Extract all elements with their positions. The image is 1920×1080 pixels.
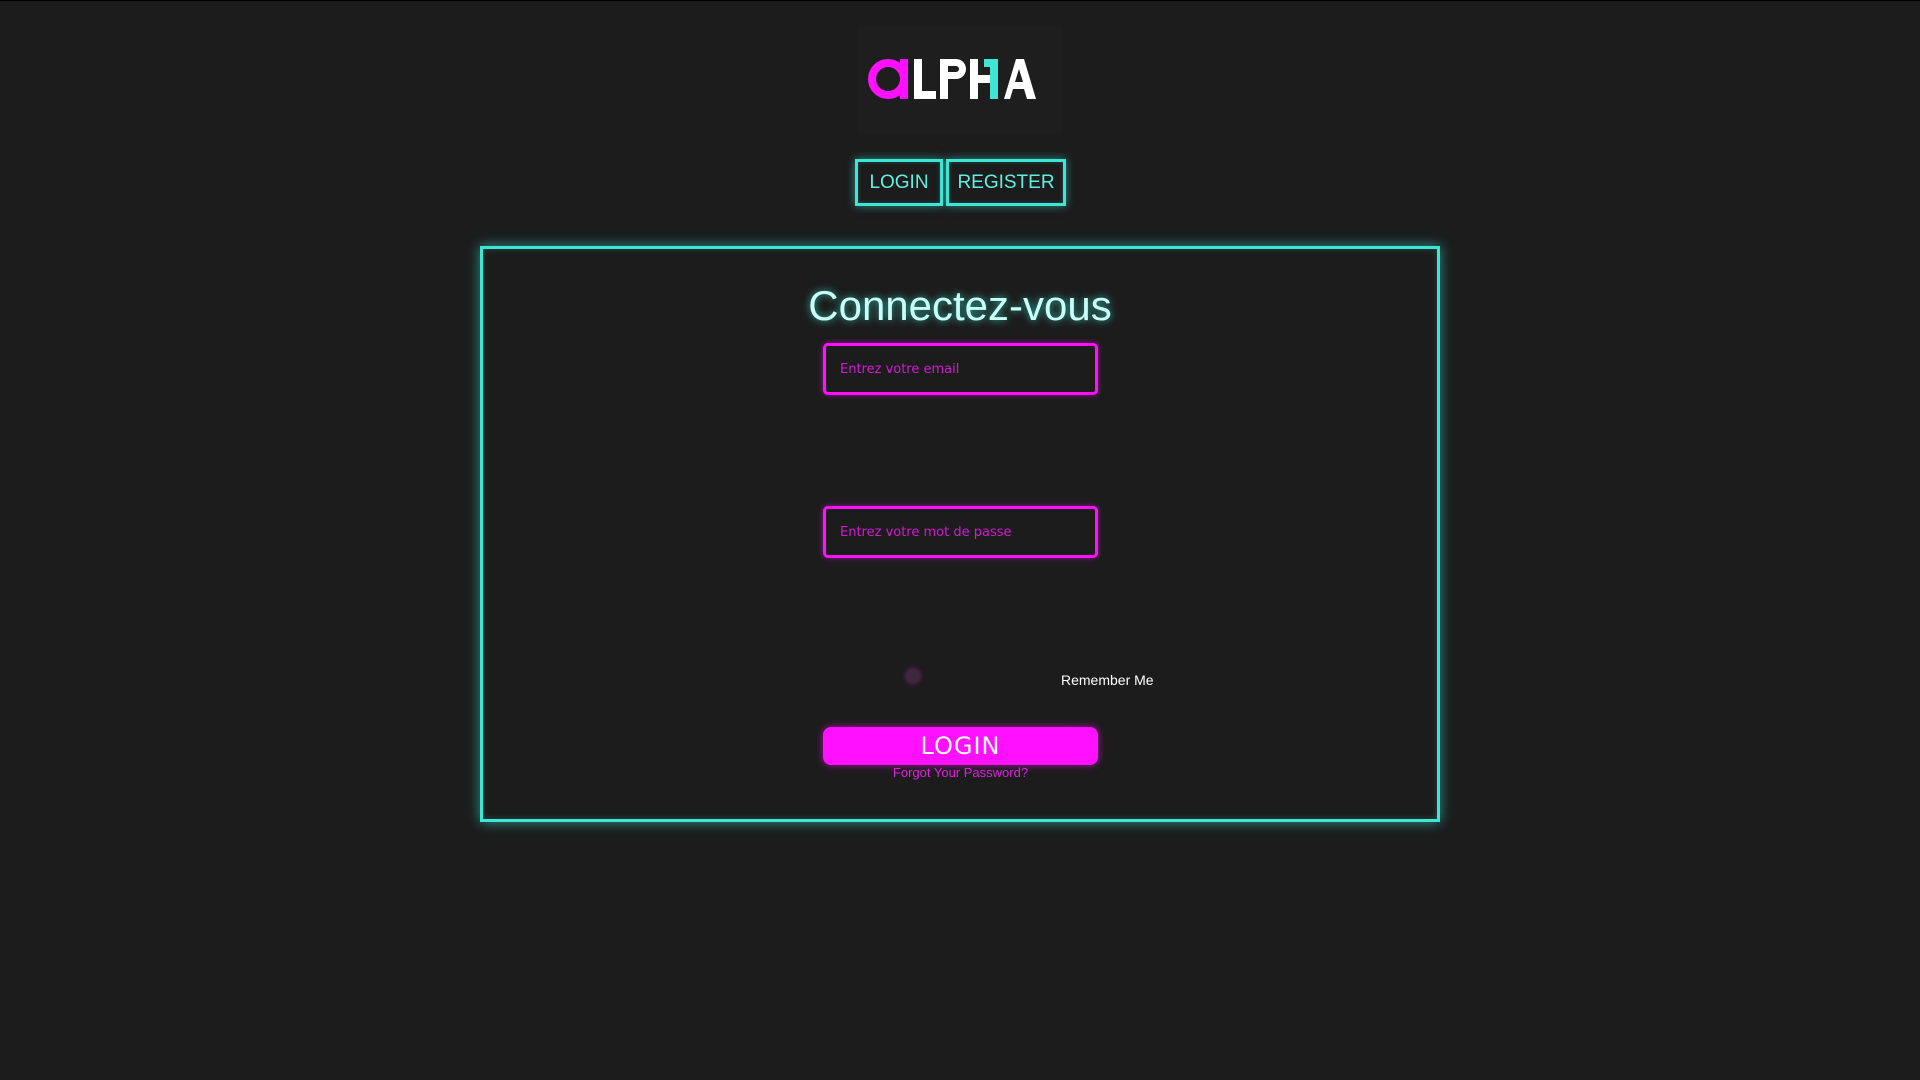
form-title: Connectez-vous (808, 282, 1112, 329)
alpha-logo-mark (868, 59, 1036, 99)
nav-login-button[interactable]: LOGIN (855, 159, 943, 206)
email-input[interactable] (823, 343, 1098, 395)
forgot-password-link[interactable]: Forgot Your Password? (823, 765, 1098, 780)
page: LOGIN REGISTER Connectez-vous Remember M… (0, 0, 1920, 1080)
logo-letters (914, 59, 1036, 99)
alpha-symbol-icon (868, 59, 908, 99)
login-submit-button[interactable]: LOGIN (823, 727, 1098, 765)
password-input[interactable] (823, 506, 1098, 558)
nav-register-button[interactable]: REGISTER (946, 159, 1066, 206)
remember-me-label: Remember Me (1061, 672, 1154, 688)
remember-me-checkbox[interactable] (906, 669, 920, 683)
auth-nav: LOGIN REGISTER (855, 159, 1066, 206)
alpha-logo (858, 25, 1062, 135)
login-card: Connectez-vous Remember Me LOGIN Forgot … (480, 246, 1440, 822)
